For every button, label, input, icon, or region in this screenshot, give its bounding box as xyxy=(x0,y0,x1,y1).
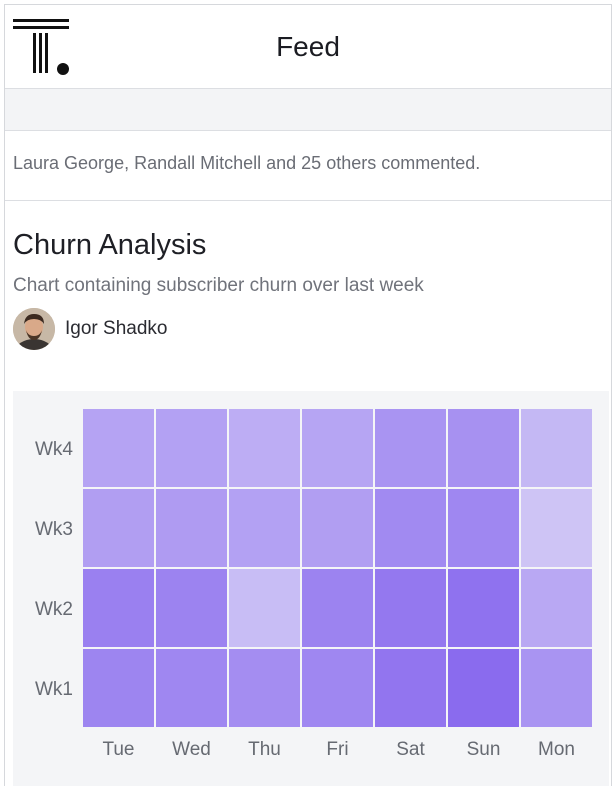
x-tick-label: Sat xyxy=(396,739,425,760)
heatmap-cell-wk1-sat[interactable] xyxy=(375,649,446,727)
x-tick-label: Mon xyxy=(538,739,575,760)
app-frame: Feed Laura George, Randall Mitchell and … xyxy=(4,4,612,786)
author-row[interactable]: Igor Shadko xyxy=(13,307,167,351)
heatmap-cell-wk3-sat[interactable] xyxy=(375,489,446,567)
divider-band xyxy=(5,89,611,131)
heatmap-cell-wk1-mon[interactable] xyxy=(521,649,592,727)
heatmap-cell-wk2-tue[interactable] xyxy=(83,569,154,647)
heatmap-cell-wk4-thu[interactable] xyxy=(229,409,300,487)
heatmap-cell-wk4-sat[interactable] xyxy=(375,409,446,487)
heatmap-cell-wk2-sun[interactable] xyxy=(448,569,519,647)
x-tick-label: Tue xyxy=(102,739,134,760)
card-title[interactable]: Churn Analysis xyxy=(13,229,206,262)
heatmap-cell-wk1-fri[interactable] xyxy=(302,649,373,727)
heatmap-cell-wk3-mon[interactable] xyxy=(521,489,592,567)
heatmap-cell-wk2-fri[interactable] xyxy=(302,569,373,647)
heatmap-svg: Wk4 Wk3 Wk2 Wk1 Tue Wed Thu Fri Sat Sun Mon xyxy=(35,409,592,760)
author-name: Igor Shadko xyxy=(65,318,168,339)
heatmap-cell-wk3-thu[interactable] xyxy=(229,489,300,567)
heatmap-cell-wk4-mon[interactable] xyxy=(521,409,592,487)
card-subtitle: Chart containing subscriber churn over l… xyxy=(13,275,424,296)
heatmap-cell-wk3-fri[interactable] xyxy=(302,489,373,567)
heatmap-cell-wk4-wed[interactable] xyxy=(156,409,227,487)
y-tick-label: Wk2 xyxy=(35,599,73,620)
x-tick-label: Wed xyxy=(172,739,211,760)
heatmap-cell-wk3-tue[interactable] xyxy=(83,489,154,567)
x-tick-label: Fri xyxy=(326,739,348,760)
heatmap-cell-wk2-wed[interactable] xyxy=(156,569,227,647)
app-header: Feed xyxy=(5,5,611,89)
heatmap-cell-wk1-thu[interactable] xyxy=(229,649,300,727)
y-tick-label: Wk1 xyxy=(35,679,73,700)
avatar[interactable] xyxy=(13,308,55,350)
heatmap-cell-wk1-sun[interactable] xyxy=(448,649,519,727)
x-tick-label: Thu xyxy=(248,739,281,760)
heatmap-cell-wk4-sun[interactable] xyxy=(448,409,519,487)
heatmap-cell-wk3-wed[interactable] xyxy=(156,489,227,567)
activity-row[interactable]: Laura George, Randall Mitchell and 25 ot… xyxy=(5,131,611,201)
heatmap-chart: Wk4 Wk3 Wk2 Wk1 Tue Wed Thu Fri Sat Sun Mon xyxy=(13,391,609,786)
heatmap-cell-wk1-wed[interactable] xyxy=(156,649,227,727)
activity-text: Laura George, Randall Mitchell and 25 ot… xyxy=(13,153,481,173)
heatmap-cell-wk2-sat[interactable] xyxy=(375,569,446,647)
y-tick-label: Wk3 xyxy=(35,519,73,540)
heatmap-cell-wk1-tue[interactable] xyxy=(83,649,154,727)
heatmap-cell-wk2-thu[interactable] xyxy=(229,569,300,647)
heatmap-cell-wk2-mon[interactable] xyxy=(521,569,592,647)
page-title: Feed xyxy=(276,31,340,62)
heatmap-cell-wk3-sun[interactable] xyxy=(448,489,519,567)
heatmap-cell-wk4-tue[interactable] xyxy=(83,409,154,487)
heatmap-cell-wk4-fri[interactable] xyxy=(302,409,373,487)
y-tick-label: Wk4 xyxy=(35,439,73,460)
x-tick-label: Sun xyxy=(467,739,501,760)
